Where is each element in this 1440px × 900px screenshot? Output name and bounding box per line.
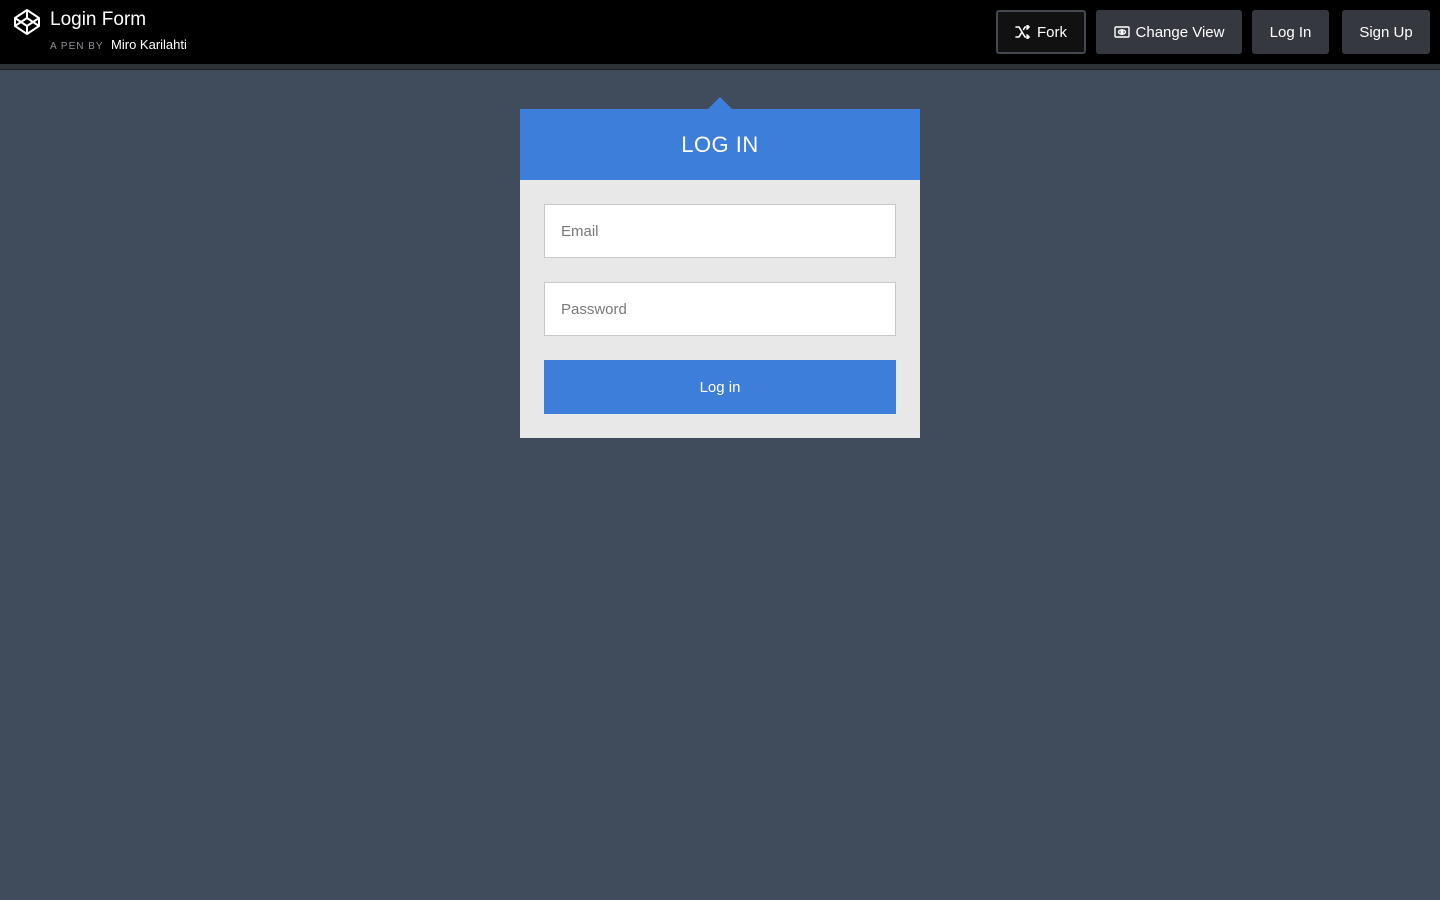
- codepen-logo-icon[interactable]: [13, 8, 41, 36]
- fork-button-label: Fork: [1037, 23, 1067, 41]
- change-view-button-label: Change View: [1135, 23, 1225, 41]
- header-login-button[interactable]: Log In: [1252, 10, 1329, 54]
- pen-byline: A PEN BY Miro Karilahti: [50, 37, 187, 55]
- header-divider: [0, 64, 1440, 70]
- login-form-title: LOG IN: [520, 109, 920, 180]
- card-pointer-arrow: [708, 97, 732, 109]
- pen-author-link[interactable]: Miro Karilahti: [111, 37, 187, 52]
- fork-button[interactable]: Fork: [996, 10, 1086, 54]
- top-header: Login Form A PEN BY Miro Karilahti Fork …: [0, 0, 1440, 64]
- email-input[interactable]: [544, 204, 896, 258]
- login-form-card: LOG IN Log in: [520, 109, 920, 438]
- eye-icon: [1113, 25, 1130, 39]
- password-input[interactable]: [544, 282, 896, 336]
- pen-by-label: A PEN BY: [50, 41, 104, 52]
- fork-icon: [1015, 25, 1031, 39]
- change-view-button[interactable]: Change View: [1096, 10, 1242, 54]
- login-submit-button[interactable]: Log in: [544, 360, 896, 414]
- pen-title: Login Form: [50, 9, 147, 30]
- header-signup-button[interactable]: Sign Up: [1342, 10, 1430, 54]
